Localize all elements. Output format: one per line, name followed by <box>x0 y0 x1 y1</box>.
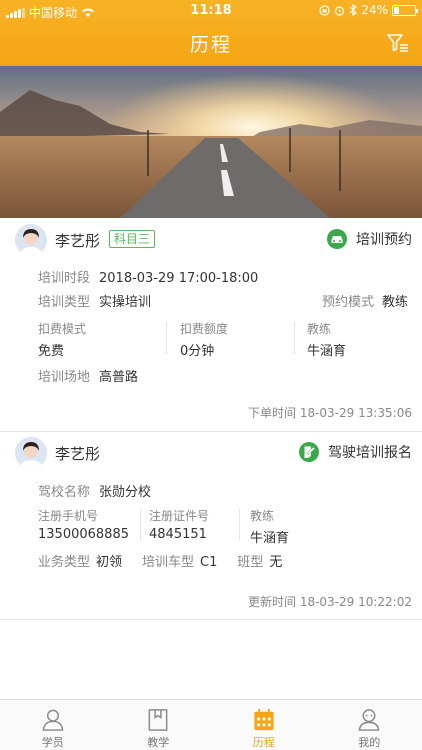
cert-label: 注册证件号 <box>149 509 210 523</box>
car-icon <box>327 229 347 249</box>
train-type-value: 实操培训 <box>99 295 152 310</box>
update-time: 更新时间 18-03-29 10:22:02 <box>248 593 412 610</box>
coach-value: 牛涵育 <box>307 344 347 359</box>
coach-label: 教练 <box>307 322 332 336</box>
biz-value: 初领 <box>96 555 123 570</box>
avatar <box>15 224 47 256</box>
app-header: 中国移动 11:18 24% 历程 <box>0 0 422 66</box>
car-value: C1 <box>200 555 218 570</box>
class-label: 班型 <box>237 555 264 570</box>
phone-label: 注册手机号 <box>38 509 99 523</box>
class-value: 无 <box>269 555 283 570</box>
record-type: 驾驶培训报名 <box>298 441 412 463</box>
tab-label: 教学 <box>147 736 170 749</box>
phone-value: 13500068885 <box>38 527 129 542</box>
page-title: 历程 <box>189 34 232 56</box>
student-name: 李艺彤 <box>55 232 101 250</box>
calendar-icon <box>254 708 274 731</box>
divider <box>239 509 240 541</box>
teaching-icon <box>148 709 168 731</box>
alarm-icon <box>335 5 345 16</box>
divider <box>294 322 295 354</box>
bluetooth-icon <box>349 4 358 16</box>
tab-profile[interactable]: 我的 <box>317 700 422 750</box>
divider <box>140 509 141 541</box>
record-type: 培训预约 <box>326 228 412 250</box>
car-label: 培训车型 <box>142 555 195 570</box>
cert-value: 4845151 <box>149 527 207 542</box>
update-time-value: 18-03-29 10:22:02 <box>299 595 412 609</box>
fee-mode-label: 扣费模式 <box>38 322 87 336</box>
site-value: 高普路 <box>99 370 139 385</box>
tab-students[interactable]: 学员 <box>0 700 106 750</box>
lock-rotation-icon <box>319 4 330 16</box>
tab-label: 学员 <box>41 736 64 749</box>
tab-teaching[interactable]: 教学 <box>106 700 212 750</box>
book-mode-label: 预约模式 <box>321 295 374 310</box>
fee-amount-label: 扣费额度 <box>180 322 229 336</box>
tab-label: 我的 <box>358 736 381 749</box>
avatar <box>15 437 47 469</box>
signup-icon <box>299 442 319 462</box>
fee-amount-value: 0分钟 <box>180 344 215 359</box>
record-type-label: 驾驶培训报名 <box>328 445 412 461</box>
coach-value: 牛涵育 <box>250 531 290 546</box>
school-label: 驾校名称 <box>38 485 91 500</box>
status-bar: 中国移动 11:18 24% <box>0 0 422 22</box>
banner-image[interactable] <box>0 66 422 218</box>
coach-label: 教练 <box>250 509 275 523</box>
train-type-label: 培训类型 <box>38 295 91 310</box>
battery-percent: 24% <box>361 3 388 17</box>
update-time-label: 更新时间 <box>247 595 296 609</box>
book-mode-value: 教练 <box>381 295 408 310</box>
tab-history[interactable]: 历程 <box>211 700 317 750</box>
order-time-label: 下单时间 <box>247 406 296 420</box>
biz-label: 业务类型 <box>38 555 91 570</box>
school-value: 张勋分校 <box>99 485 152 500</box>
period-value: 2018-03-29 17:00-18:00 <box>99 271 259 286</box>
history-card-signup[interactable]: 李艺彤 驾驶培训报名 驾校名称 张勋分校 注册手机号 13500068885 注… <box>0 432 422 620</box>
history-card-booking[interactable]: 李艺彤 科目三 培训预约 培训时段 2018-03-29 17:00-18:00… <box>0 218 422 432</box>
profile-icon <box>358 709 380 731</box>
student-icon <box>42 709 64 731</box>
order-time: 下单时间 18-03-29 13:35:06 <box>248 404 412 421</box>
fee-mode-value: 免费 <box>38 344 65 359</box>
tab-label: 历程 <box>252 736 275 749</box>
battery-icon <box>392 4 418 16</box>
subject-badge: 科目三 <box>109 230 156 248</box>
period-label: 培训时段 <box>38 271 91 286</box>
student-name: 李艺彤 <box>55 445 101 463</box>
divider <box>166 322 167 354</box>
tab-bar: 学员 教学 历程 我的 <box>0 699 422 750</box>
order-time-value: 18-03-29 13:35:06 <box>299 406 412 420</box>
site-label: 培训场地 <box>38 370 91 385</box>
record-type-label: 培训预约 <box>356 232 412 248</box>
filter-icon[interactable] <box>386 32 410 54</box>
